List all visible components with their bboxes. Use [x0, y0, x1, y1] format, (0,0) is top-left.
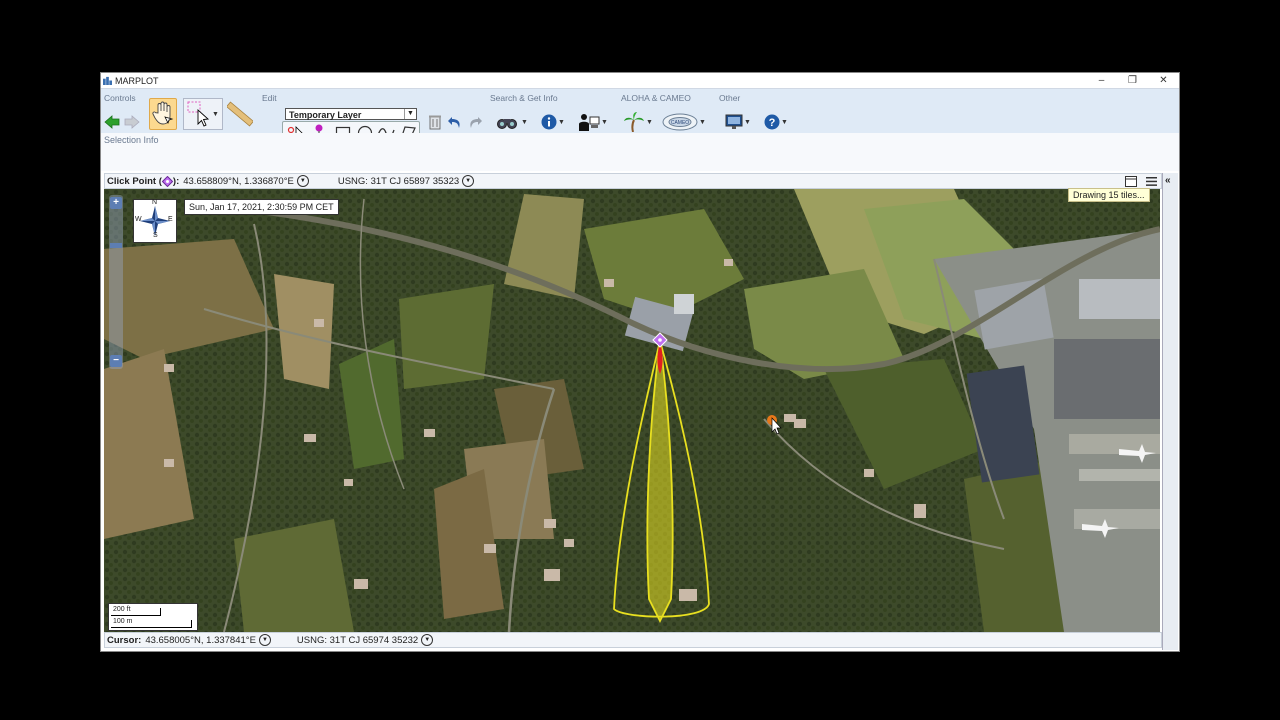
map-view[interactable]: + − N S E W Sun, Jan 17, 2021, 2:30:59 P…	[104, 189, 1160, 632]
arrow-right-icon	[124, 115, 140, 129]
zoom-in-button[interactable]: +	[110, 197, 122, 209]
chevron-down-icon[interactable]: ▼	[646, 119, 653, 126]
compass-w: W	[135, 216, 142, 223]
selection-info-panel: Selection Info	[101, 133, 1179, 171]
group-label-edit: Edit	[262, 93, 277, 103]
plume-inner	[646, 340, 674, 624]
chevron-down-icon[interactable]: ▼	[462, 175, 475, 187]
zoom-thumb[interactable]	[110, 243, 122, 248]
click-point-usng: USNG: 31T CJ 65897 35323	[337, 175, 460, 187]
compass-s: S	[153, 232, 158, 239]
person-computer-icon	[579, 114, 600, 131]
cameo-disk-icon: CAMEO	[662, 113, 698, 131]
restore-button[interactable]: ❐	[1117, 73, 1148, 88]
click-point-label-end: ):	[172, 175, 180, 187]
side-panel-strip[interactable]: «	[1162, 173, 1178, 650]
monitor-icon	[725, 114, 743, 129]
cursor-label: Cursor:	[107, 634, 142, 646]
selection-arrow-icon	[187, 101, 210, 127]
sharing-button[interactable]: ▼	[575, 112, 611, 132]
aloha-button[interactable]: ▼	[621, 112, 655, 132]
group-label-controls: Controls	[104, 93, 136, 103]
delete-button[interactable]	[426, 112, 444, 132]
chevron-down-icon[interactable]: ▼	[744, 119, 751, 126]
back-button[interactable]	[103, 112, 121, 132]
diamond-marker-icon	[161, 175, 173, 187]
cursor-bar: Cursor: 43.658005°N, 1.337841°E ▼ USNG: …	[104, 632, 1162, 648]
undo-button[interactable]	[446, 112, 464, 132]
layer-select-value: Temporary Layer	[289, 110, 362, 120]
palm-tree-icon	[624, 112, 645, 132]
scale-bar: 200 ft 100 m	[108, 603, 198, 631]
scale-ft-label: 200 ft	[113, 606, 131, 613]
get-info-button[interactable]: ▼	[538, 112, 568, 132]
group-label-aloha: ALOHA & CAMEO	[621, 93, 691, 103]
chevron-down-icon[interactable]: ▼	[601, 119, 608, 126]
group-label-other: Other	[719, 93, 741, 103]
status-tooltip: Drawing 15 tiles...	[1068, 188, 1150, 202]
chevron-down-icon[interactable]: ▼	[421, 634, 434, 646]
forward-button[interactable]	[123, 112, 141, 132]
chevron-down-icon[interactable]: ▼	[258, 634, 271, 646]
chevron-down-icon[interactable]: ▼	[296, 175, 309, 187]
hand-icon	[152, 101, 174, 125]
click-point-label: Click Point (	[107, 175, 162, 187]
arrow-left-icon	[104, 115, 120, 129]
chevron-down-icon[interactable]: ▼	[781, 119, 788, 126]
collapse-icon[interactable]: «	[1165, 175, 1171, 186]
threat-zone-plume	[613, 332, 782, 624]
source-diamond-icon	[652, 332, 668, 348]
help-icon: ?	[764, 114, 780, 130]
compass-rose: N S E W	[133, 199, 177, 243]
app-icon	[103, 76, 112, 85]
redo-icon	[470, 117, 482, 128]
group-label-search: Search & Get Info	[490, 93, 558, 103]
undo-icon	[448, 117, 460, 128]
cursor-usng: USNG: 31T CJ 65974 35232	[296, 634, 419, 646]
layer-select[interactable]: Temporary Layer ▼	[285, 108, 417, 120]
display-button[interactable]: ▼	[721, 112, 755, 132]
timestamp-label: Sun, Jan 17, 2021, 2:30:59 PM CET	[184, 199, 339, 215]
compass-e: E	[168, 216, 173, 223]
zoom-slider[interactable]: + −	[109, 195, 123, 369]
scale-m-label: 100 m	[113, 618, 133, 625]
chevron-down-icon[interactable]: ▼	[212, 111, 219, 118]
search-button[interactable]: ▼	[494, 112, 530, 132]
chevron-down-icon: ▼	[404, 109, 416, 119]
selection-info-label: Selection Info	[104, 135, 159, 145]
click-point-coords: 43.658809°N, 1.336870°E	[183, 175, 294, 187]
redo-button[interactable]	[466, 112, 484, 132]
chevron-down-icon[interactable]: ▼	[521, 119, 528, 126]
compass-n: N	[152, 199, 158, 206]
cursor-coords: 43.658005°N, 1.337841°E	[145, 634, 256, 646]
chevron-down-icon[interactable]: ▼	[699, 119, 706, 126]
window-title: MARPLOT	[115, 75, 159, 86]
toolbar-ribbon: Controls Edit Search & Get Info ALOHA & …	[101, 88, 1179, 145]
click-point-bar: Click Point ( ): 43.658809°N, 1.336870°E…	[104, 173, 1162, 189]
binoculars-icon	[497, 119, 518, 129]
close-button[interactable]: ✕	[1148, 73, 1179, 88]
svg-text:CAMEO: CAMEO	[671, 120, 689, 126]
minimize-button[interactable]: –	[1086, 73, 1117, 88]
title-bar[interactable]: MARPLOT – ❐ ✕	[101, 73, 1179, 88]
window-layout-icon[interactable]	[1125, 176, 1137, 187]
zoom-out-button[interactable]: −	[110, 355, 122, 367]
svg-text:?: ?	[769, 117, 776, 129]
hand-pan-tool[interactable]	[149, 98, 177, 130]
ruler-icon	[227, 101, 253, 127]
info-icon	[541, 114, 557, 130]
help-button[interactable]: ? ▼	[761, 112, 791, 132]
select-tool[interactable]: ▼	[183, 98, 223, 130]
chevron-down-icon[interactable]: ▼	[558, 119, 565, 126]
menu-icon[interactable]	[1146, 176, 1157, 187]
trash-icon	[429, 115, 441, 130]
cameo-button[interactable]: CAMEO ▼	[659, 112, 709, 132]
ruler-tool[interactable]	[227, 100, 253, 128]
marplot-window: MARPLOT – ❐ ✕ Controls Edit Search & Get…	[100, 72, 1180, 652]
